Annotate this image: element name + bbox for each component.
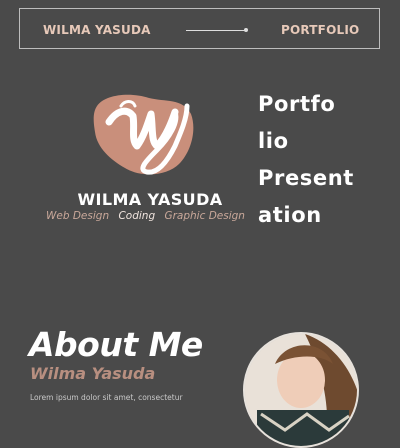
header-portfolio-label: PORTFOLIO	[281, 23, 360, 37]
header-name: WILMA YASUDA	[43, 23, 151, 37]
about-subtitle: Wilma Yasuda	[30, 364, 156, 383]
top-header-bar: WILMA YASUDA PORTFOLIO	[19, 8, 380, 49]
header-divider-dot	[244, 28, 248, 32]
title-line: lio	[258, 129, 289, 153]
about-body-text: Lorem ipsum dolor sit amet, consectetur	[30, 393, 183, 402]
profile-photo	[243, 332, 359, 448]
wy-logo	[91, 88, 197, 180]
title-line: ation	[258, 203, 322, 227]
about-heading: About Me	[29, 325, 203, 364]
brand-name: WILMA YASUDA	[77, 190, 223, 209]
portfolio-presentation-title: Portfo lio Present ation	[258, 86, 398, 234]
skill-graphic-design: Graphic Design	[164, 210, 245, 222]
header-divider-line	[186, 30, 246, 31]
skill-coding: Coding	[118, 210, 156, 222]
title-line: Present	[258, 166, 354, 190]
title-line: Portfo	[258, 92, 336, 116]
skills-line: Web Design Coding Graphic Design	[46, 210, 251, 222]
skill-web-design: Web Design	[46, 210, 110, 222]
